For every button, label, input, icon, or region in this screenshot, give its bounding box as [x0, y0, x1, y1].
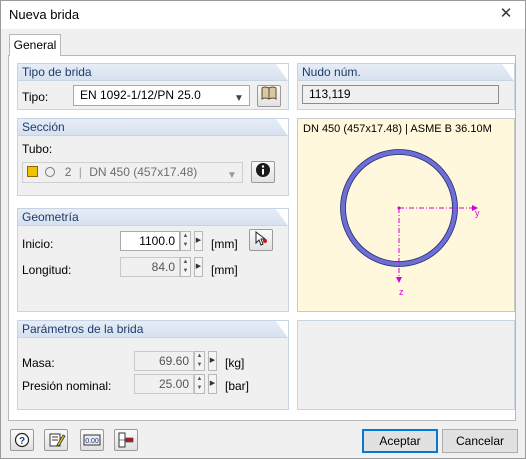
section-color-swatch — [27, 166, 38, 177]
masa-label: Masa: — [22, 356, 55, 370]
inicio-arrow-button[interactable]: ▶ — [194, 231, 203, 251]
longitud-spin-button[interactable]: ▲ ▼ — [180, 257, 191, 277]
tipo-brida-header: Tipo de brida — [18, 64, 288, 81]
svg-text:0.00: 0.00 — [85, 438, 99, 445]
accept-button[interactable]: Aceptar — [362, 429, 438, 453]
parametros-header: Parámetros de la brida — [18, 321, 288, 338]
longitud-input[interactable]: 84.0 — [120, 257, 180, 277]
cancel-button[interactable]: Cancelar — [442, 429, 518, 453]
geometria-header: Geometría — [18, 209, 288, 226]
masa-arrow-button[interactable]: ▶ — [208, 351, 217, 371]
masa-input[interactable]: 69.60 — [134, 351, 194, 371]
section-preview: DN 450 (457x17.48) | ASME B 36.10M y z — [297, 118, 515, 312]
title-bar: Nueva brida ✕ — [1, 1, 525, 29]
library-button[interactable] — [257, 85, 281, 107]
presion-label: Presión nominal: — [22, 379, 112, 393]
masa-unit: [kg] — [225, 356, 245, 370]
view-button[interactable] — [114, 429, 138, 451]
tipo-label: Tipo: — [22, 90, 49, 104]
tubo-select[interactable]: 2 | DN 450 (457x17.48) ▼ — [22, 162, 243, 183]
circle-section-icon — [45, 167, 56, 177]
units-button[interactable]: 0.00 — [80, 429, 104, 451]
tubo-label: Tubo: — [22, 142, 53, 156]
seccion-group: Sección — [17, 118, 289, 196]
inicio-unit: [mm] — [211, 237, 238, 251]
chevron-down-icon: ▼ — [234, 93, 244, 104]
section-info-button[interactable] — [251, 161, 275, 183]
pipe-section-drawing — [340, 149, 478, 283]
window-title: Nueva brida — [9, 7, 80, 22]
help-button[interactable]: ? — [10, 429, 34, 451]
units-icon: 0.00 — [83, 434, 101, 446]
chevron-down-icon: ▼ — [227, 170, 237, 181]
longitud-label: Longitud: — [22, 263, 72, 277]
presion-arrow-button[interactable]: ▶ — [208, 374, 217, 394]
presion-spin-button[interactable]: ▲ ▼ — [194, 374, 205, 394]
longitud-arrow-button[interactable]: ▶ — [194, 257, 203, 277]
y-axis-label: y — [475, 208, 480, 218]
presion-unit: [bar] — [225, 379, 250, 393]
tipo-value: EN 1092-1/12/PN 25.0 — [80, 88, 201, 102]
nudo-field[interactable]: 113,119 — [302, 85, 499, 104]
book-icon — [261, 86, 277, 100]
masa-spin-button[interactable]: ▲ ▼ — [194, 351, 205, 371]
presion-input[interactable]: 25.00 — [134, 374, 194, 394]
dialog-window: Nueva brida ✕ General Tipo de brida Tipo… — [0, 0, 526, 459]
pick-node-icon — [255, 230, 267, 246]
nudo-header: Nudo núm. — [298, 64, 514, 81]
inicio-input[interactable]: 1100.0 — [120, 231, 180, 251]
seccion-header: Sección — [18, 119, 288, 136]
edit-button[interactable] — [44, 429, 68, 451]
section-number: 2 — [64, 165, 72, 179]
preview-empty-panel — [297, 320, 515, 410]
close-icon[interactable]: ✕ — [497, 5, 515, 23]
tab-general[interactable]: General — [9, 34, 61, 56]
z-axis-label: z — [399, 287, 404, 297]
pick-node-button[interactable] — [249, 229, 273, 251]
inicio-spin-button[interactable]: ▲ ▼ — [180, 231, 191, 251]
section-value: DN 450 (457x17.48) — [89, 165, 198, 179]
inicio-label: Inicio: — [22, 237, 54, 251]
tipo-select[interactable]: EN 1092-1/12/PN 25.0 ▼ — [73, 85, 250, 106]
edit-icon — [49, 433, 66, 447]
longitud-unit: [mm] — [211, 263, 238, 277]
svg-text:?: ? — [19, 436, 25, 447]
view-icon — [118, 432, 134, 448]
info-icon — [256, 163, 270, 177]
help-icon: ? — [14, 432, 30, 448]
